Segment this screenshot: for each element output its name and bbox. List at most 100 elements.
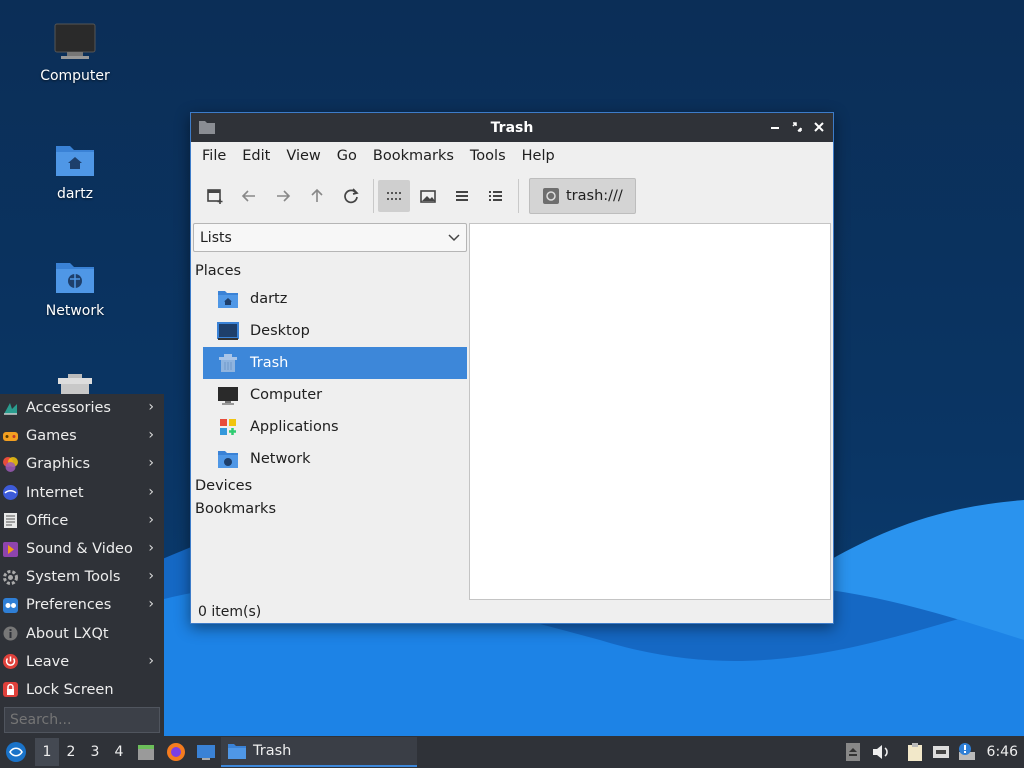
notification-icon — [959, 743, 975, 760]
toolbar-separator — [518, 179, 519, 213]
place-item-desktop[interactable]: Desktop — [203, 315, 467, 347]
desktop-icon-label: Network — [45, 303, 105, 319]
menu-item-about[interactable]: About LXQt — [0, 620, 164, 648]
place-label: Network — [250, 451, 311, 467]
quicklaunch-firefox[interactable] — [165, 741, 187, 763]
back-icon — [241, 190, 255, 202]
menu-item-system-tools[interactable]: System Tools › — [0, 563, 164, 591]
back-button[interactable] — [233, 180, 265, 212]
minimize-icon — [771, 127, 779, 129]
quicklaunch-desktop[interactable] — [195, 741, 217, 763]
compact-view-icon — [456, 191, 468, 201]
menu-item-games[interactable]: Games › — [0, 422, 164, 450]
menu-go[interactable]: Go — [329, 142, 365, 170]
menu-item-leave[interactable]: Leave › — [0, 648, 164, 676]
submenu-arrow-icon: › — [148, 596, 154, 613]
taskbar: 1 2 3 4 Trash 6:46 — [0, 736, 1024, 768]
home-folder-icon — [218, 291, 238, 308]
desktop-icon-label: dartz — [56, 186, 94, 202]
trash-path-icon — [543, 188, 559, 204]
tray-notifications[interactable] — [956, 741, 978, 763]
path-text: trash:/// — [566, 188, 623, 204]
desktop-icon-dartz[interactable]: dartz — [25, 140, 125, 202]
desktop-icon-network[interactable]: Network — [25, 257, 125, 319]
devices-header[interactable]: Devices — [193, 475, 467, 498]
desktop-switch-1[interactable]: 1 — [35, 738, 59, 766]
icon-view-icon — [387, 192, 401, 200]
accessories-icon — [4, 402, 17, 415]
new-tab-button[interactable] — [199, 180, 231, 212]
menu-tools[interactable]: Tools — [462, 142, 514, 170]
place-item-dartz[interactable]: dartz — [203, 283, 467, 315]
menu-help[interactable]: Help — [514, 142, 563, 170]
chevron-down-icon — [448, 233, 460, 241]
place-label: Desktop — [250, 323, 310, 339]
reload-button[interactable] — [335, 180, 367, 212]
compact-view-button[interactable] — [446, 180, 478, 212]
menu-item-office[interactable]: Office › — [0, 507, 164, 535]
toolbar-separator — [373, 179, 374, 213]
volume-icon — [873, 745, 888, 759]
menu-item-preferences[interactable]: Preferences › — [0, 591, 164, 619]
desktop-switch-4[interactable]: 4 — [107, 738, 131, 766]
submenu-arrow-icon: › — [148, 568, 154, 585]
submenu-arrow-icon: › — [148, 483, 154, 500]
path-bar-button[interactable]: trash:/// — [529, 178, 636, 214]
place-item-applications[interactable]: Applications — [203, 411, 467, 443]
menu-file[interactable]: File — [194, 142, 234, 170]
taskbar-button-trash[interactable]: Trash — [221, 737, 417, 767]
submenu-arrow-icon: › — [148, 652, 154, 669]
close-button[interactable] — [811, 118, 827, 136]
minimize-button[interactable] — [767, 118, 783, 136]
tray-volume[interactable] — [870, 741, 892, 763]
tray-network[interactable] — [930, 741, 952, 763]
thumbnail-view-button[interactable] — [412, 180, 444, 212]
titlebar[interactable]: Trash — [191, 113, 833, 142]
monitor-icon — [218, 387, 238, 405]
menu-item-sound-video[interactable]: Sound & Video › — [0, 535, 164, 563]
side-pane-mode-select[interactable]: Lists — [193, 223, 467, 252]
desktop-icon — [217, 322, 239, 340]
network-folder-icon — [218, 451, 238, 468]
main-menu-button[interactable] — [5, 741, 27, 763]
lock-icon — [3, 682, 18, 698]
menu-item-label: Leave — [26, 653, 70, 670]
icon-view-button[interactable] — [378, 180, 410, 212]
folder-view[interactable] — [469, 223, 831, 600]
up-button[interactable] — [301, 180, 333, 212]
tray-eject[interactable] — [842, 741, 864, 763]
clock[interactable]: 6:46 — [987, 744, 1018, 760]
quicklaunch-file-manager[interactable] — [135, 741, 157, 763]
desktop-switch-3[interactable]: 3 — [83, 738, 107, 766]
menu-view[interactable]: View — [278, 142, 328, 170]
menu-item-graphics[interactable]: Graphics › — [0, 450, 164, 478]
menu-item-lock-screen[interactable]: Lock Screen — [0, 676, 164, 704]
eject-icon — [846, 743, 860, 761]
menu-item-internet[interactable]: Internet › — [0, 479, 164, 507]
menu-item-label: Office — [26, 512, 69, 529]
network-folder-icon — [56, 263, 94, 293]
place-item-computer[interactable]: Computer — [203, 379, 467, 411]
file-manager-window[interactable]: Trash File Edit View Go Bookmarks Tools … — [190, 112, 834, 624]
toolbar: trash:/// — [191, 170, 833, 222]
menu-bookmarks[interactable]: Bookmarks — [365, 142, 462, 170]
bookmarks-header[interactable]: Bookmarks — [193, 498, 467, 521]
desktop-icon-computer[interactable]: Computer — [25, 22, 125, 84]
place-item-trash[interactable]: Trash — [203, 347, 467, 379]
tray-clipboard[interactable] — [904, 741, 926, 763]
menu-edit[interactable]: Edit — [234, 142, 278, 170]
maximize-button[interactable] — [789, 118, 805, 136]
preferences-icon — [3, 597, 18, 613]
menu-item-accessories[interactable]: Accessories › — [0, 394, 164, 422]
graphics-icon — [3, 456, 18, 472]
menu-search-input[interactable] — [4, 707, 160, 733]
detailed-list-button[interactable] — [480, 180, 512, 212]
games-icon — [3, 431, 18, 441]
forward-button[interactable] — [267, 180, 299, 212]
place-label: dartz — [250, 291, 288, 307]
start-menu: Accessories › Games › Graphics › Interne… — [0, 394, 164, 736]
desktop-switch-2[interactable]: 2 — [59, 738, 83, 766]
place-item-network[interactable]: Network — [203, 443, 467, 475]
places-header[interactable]: Places — [193, 260, 467, 283]
submenu-arrow-icon: › — [148, 511, 154, 528]
